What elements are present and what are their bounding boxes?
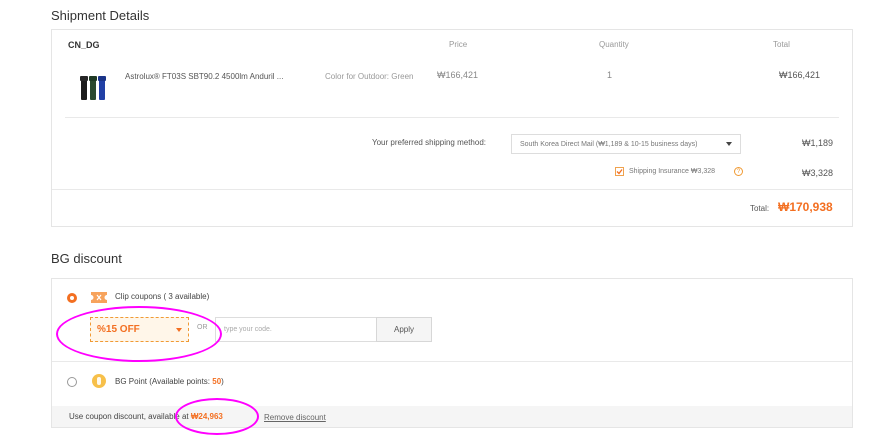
shipping-method-select[interactable]: South Korea Direct Mail (₩1,189 & 10-15 … [511,134,741,154]
shipping-cost: ₩1,189 [802,138,834,148]
insurance-cost: ₩3,328 [802,168,834,178]
discount-title: BG discount [51,251,122,266]
checkbox-checked-icon[interactable] [615,167,624,176]
total-label: Total: [750,204,770,213]
apply-button[interactable]: Apply [376,317,432,342]
warehouse-label: CN_DG [68,40,100,50]
flashlight-image [80,76,106,100]
annotation-circle-discount [175,398,259,435]
insurance-text: Shipping Insurance [629,168,689,175]
item-divider [65,117,839,118]
product-thumbnail[interactable] [78,74,112,102]
total-value: ₩170,938 [778,200,833,214]
bg-point-label: BG Point (Available points: 50) [115,377,224,386]
discount-divider [52,361,852,362]
bg-point-radio[interactable] [67,377,77,387]
bg-point-suffix: ) [221,377,224,386]
clip-coupons-label: Clip coupons ( 3 available) [115,292,210,301]
question-circle-icon[interactable]: ? [734,167,743,176]
total-header: Total [773,40,790,49]
coupon-usage-prefix: Use coupon discount, available at [69,412,191,421]
chevron-down-icon [726,142,732,146]
shipment-title: Shipment Details [51,8,150,23]
insurance-value: ₩3,328 [690,168,716,175]
shipping-method-label: Your preferred shipping method: [372,138,486,147]
discount-footer: Use coupon discount, available at ₩24,96… [52,406,852,427]
product-price: ₩166,421 [437,70,479,80]
quantity-header: Quantity [599,40,629,49]
bg-point-text: BG Point (Available points: [115,377,213,386]
product-variant: Color for Outdoor: Green [325,72,414,81]
product-quantity: 1 [607,70,613,80]
product-name[interactable]: Astrolux® FT03S SBT90.2 4500lm Anduril .… [125,72,300,81]
product-total: ₩166,421 [779,70,821,80]
total-divider [52,189,852,190]
bg-point-value: 50 [212,377,222,386]
coin-icon [92,374,106,388]
annotation-circle-coupon [56,306,222,362]
clip-coupons-radio[interactable] [67,293,77,303]
price-header: Price [449,40,468,49]
coupon-code-input[interactable]: type your code. [215,317,377,342]
coupon-tag-icon [91,292,107,303]
insurance-label: Shipping Insurance ₩3,328 [629,168,715,175]
remove-discount-link[interactable]: Remove discount [264,413,326,422]
shipping-method-value: South Korea Direct Mail (₩1,189 & 10-15 … [520,140,698,148]
shipment-box: CN_DG Price Quantity Total Astrolux® FT0… [51,29,853,227]
